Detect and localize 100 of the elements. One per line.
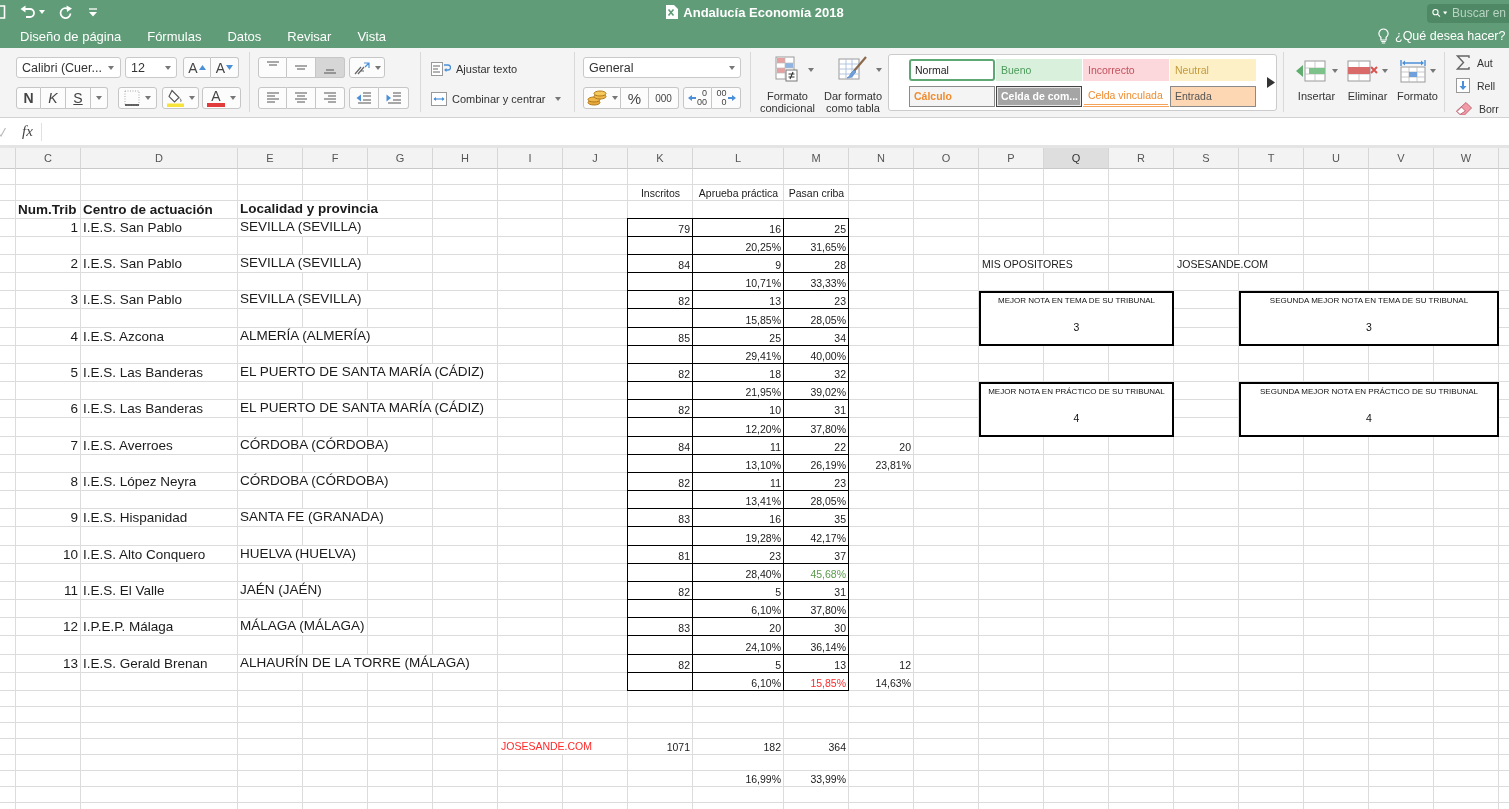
coins-icon: [586, 90, 607, 106]
sheet-cell-text: 37,80%: [809, 602, 847, 618]
check-icon[interactable]: [0, 126, 6, 137]
sheet-cell-text: 84: [677, 439, 691, 455]
align-bottom-icon: [323, 69, 337, 74]
sheet-cell-text: 8: [69, 473, 79, 491]
sheet-cell-text: 82: [677, 475, 691, 491]
redo-icon[interactable]: [59, 4, 73, 20]
vertical-align-button[interactable]: [316, 57, 345, 78]
sheet-cell-text: 24,10%: [744, 639, 782, 655]
decimal-button[interactable]: 00 0: [712, 87, 741, 109]
sheet-cell-text: 19,28%: [744, 530, 782, 546]
caret-icon[interactable]: [39, 10, 45, 14]
caret-icon: [165, 65, 171, 70]
gallery-arrow-icon[interactable]: [1267, 77, 1275, 88]
increase-indent-button[interactable]: [379, 87, 409, 109]
sheet-cell-text: 20,25%: [744, 239, 782, 255]
shrink-font-button[interactable]: A: [211, 57, 239, 78]
currency-button[interactable]: [583, 87, 621, 109]
font-select[interactable]: Calibri (Cuer...: [16, 57, 121, 78]
sheet-cell-text: 11: [63, 582, 79, 600]
sheet-cell-text: 85: [677, 330, 691, 346]
fill-button[interactable]: Rell: [1455, 77, 1499, 94]
number-format-select[interactable]: General: [583, 57, 741, 78]
sheet-cell-text: 13: [61, 655, 79, 673]
font-style-button[interactable]: K: [41, 87, 66, 109]
conditional-format-button[interactable]: Formato condicional: [759, 55, 816, 114]
sheet-cell-text: Aprueba práctica: [697, 185, 780, 201]
delete-cells-button[interactable]: Eliminar: [1347, 57, 1388, 102]
sheet-cell-text: Num.Trib: [17, 201, 78, 219]
horizontal-align-button[interactable]: [287, 87, 316, 109]
outdent-icon: [356, 92, 372, 104]
sheet-cell-text: 13,10%: [744, 457, 782, 473]
font-color-button[interactable]: A: [201, 87, 241, 109]
paint-bucket-icon: [166, 89, 184, 107]
sheet-cell-text: 15,85%: [809, 675, 847, 691]
decrease-indent-button[interactable]: [349, 87, 379, 109]
font-style-button[interactable]: S: [66, 87, 91, 109]
sheet-cell-text: 30: [833, 620, 847, 636]
search-input[interactable]: Buscar en: [1449, 6, 1509, 20]
font-size-select[interactable]: 12: [125, 57, 177, 78]
sheet-cell-text: 82: [677, 293, 691, 309]
grow-font-button[interactable]: A: [183, 57, 211, 78]
sheet-cell-text: 39,02%: [809, 384, 847, 400]
insert-row-icon: [1295, 60, 1329, 82]
sheet-cell-text: I.E.S. El Valle: [82, 582, 166, 600]
underline-menu-button[interactable]: [91, 87, 108, 109]
conditional-format-icon: [774, 56, 801, 82]
vertical-align-button[interactable]: [287, 57, 316, 78]
text-angle-icon: [353, 60, 370, 75]
sheet-cell-text: I.E.S. Azcona: [82, 328, 166, 346]
sheet-cell-text: 22: [833, 439, 847, 455]
sheet-cell-text: 37: [833, 548, 847, 564]
clear-button[interactable]: Borr: [1455, 100, 1499, 117]
fill-color-button[interactable]: [162, 87, 199, 109]
font-style-button[interactable]: N: [16, 87, 41, 109]
eraser-icon: [1455, 102, 1472, 115]
insert-cells-button[interactable]: Insertar: [1295, 57, 1338, 102]
cell-style-option[interactable]: Incorrecto: [1083, 58, 1169, 81]
lightbulb-icon: [1378, 28, 1389, 44]
sum-button[interactable]: Aut: [1455, 54, 1499, 71]
sheet-cell-text: 28: [833, 257, 847, 273]
sheet-cell-text: 11: [769, 439, 782, 455]
wrap-text-button[interactable]: Ajustar texto: [431, 60, 518, 78]
sheet-cell-text: 182: [762, 739, 782, 755]
borders-button[interactable]: [118, 87, 158, 109]
sheet-cell-text: 14,63%: [874, 675, 912, 691]
caret-icon: [808, 68, 814, 72]
sheet-cell-text: 81: [677, 548, 691, 564]
column-header[interactable]: Q: [1044, 148, 1109, 169]
sheet-cell-text: 5: [69, 364, 79, 382]
format-as-table-button[interactable]: Dar formato como tabla: [822, 55, 884, 114]
caret-icon: [1382, 69, 1388, 73]
function-label[interactable]: fx: [22, 123, 33, 140]
search-bar[interactable]: Buscar en: [1427, 3, 1509, 23]
horizontal-align-button[interactable]: [258, 87, 287, 109]
thousands-button[interactable]: 000: [649, 87, 679, 109]
column-width-icon: [1399, 59, 1427, 83]
orientation-button[interactable]: [349, 57, 385, 78]
caret-icon: [1442, 11, 1447, 15]
cell-style-option[interactable]: Normal: [909, 58, 995, 81]
save-icon[interactable]: [0, 5, 6, 19]
cell-style-option[interactable]: Entrada: [1170, 85, 1256, 107]
percent-button[interactable]: %: [621, 87, 649, 109]
customize-menu-icon[interactable]: [88, 7, 98, 17]
sheet-cell-text: Pasan criba: [787, 185, 846, 201]
merge-center-button[interactable]: Combinar y centrar: [431, 90, 561, 108]
undo-icon[interactable]: [20, 5, 36, 19]
format-cells-button[interactable]: Formato: [1397, 57, 1438, 102]
sheet-cell-text: 23,81%: [874, 457, 912, 473]
sheet-cell-text: 82: [677, 657, 691, 673]
tell-me-input[interactable]: ¿Qué desea hacer?: [1395, 29, 1509, 43]
sheet-cell-text: 33,33%: [809, 275, 847, 291]
up-triangle-icon: [198, 65, 206, 70]
spreadsheet-file-icon: [665, 4, 680, 20]
sheet-cell-text: I.E.S. Las Banderas: [82, 400, 205, 418]
vertical-align-button[interactable]: [258, 57, 287, 78]
caret-icon: [96, 96, 102, 100]
horizontal-align-button[interactable]: [316, 87, 345, 109]
decimal-button[interactable]: 0 00: [683, 87, 712, 109]
